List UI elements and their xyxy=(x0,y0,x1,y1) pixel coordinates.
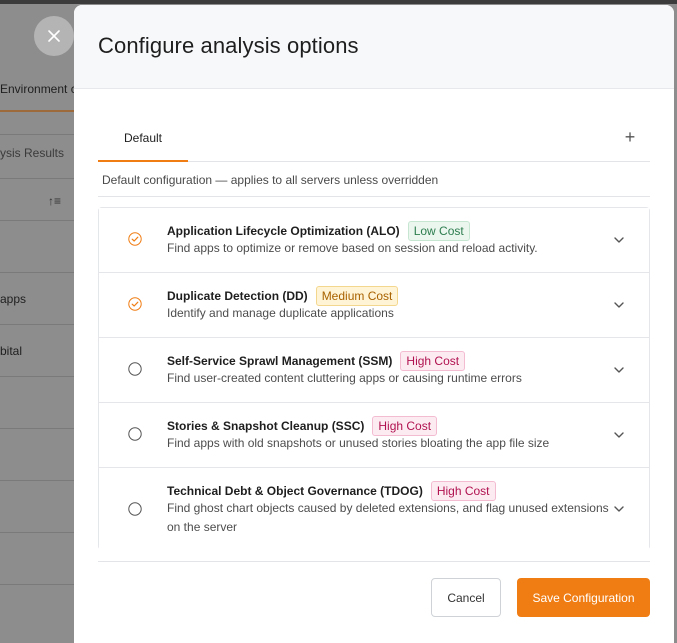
cost-badge: Low Cost xyxy=(407,221,470,241)
background-divider xyxy=(0,428,74,429)
tab-default[interactable]: Default xyxy=(98,121,188,162)
option-title: Duplicate Detection (DD) xyxy=(167,289,308,303)
options-list: Application Lifecycle Optimization (ALO)… xyxy=(98,207,650,550)
config-tabs: Default + xyxy=(98,121,650,162)
background-divider xyxy=(0,480,74,481)
config-description: Default configuration — applies to all s… xyxy=(102,173,439,187)
option-description: Find apps with old snapshots or unused s… xyxy=(167,436,550,450)
background-divider xyxy=(0,532,74,533)
configure-analysis-modal: Configure analysis options Default + Def… xyxy=(74,5,674,643)
background-row-text: bital xyxy=(0,344,23,358)
background-row-text: apps xyxy=(0,292,27,306)
cost-badge: High Cost xyxy=(400,351,466,371)
option-description: Find ghost chart objects caused by delet… xyxy=(167,501,609,534)
option-alo[interactable]: Application Lifecycle Optimization (ALO)… xyxy=(99,208,649,273)
background-divider xyxy=(0,324,74,325)
option-ssm[interactable]: Self-Service Sprawl Management (SSM) Hig… xyxy=(99,338,649,403)
cost-badge: High Cost xyxy=(372,416,438,436)
option-title: Application Lifecycle Optimization (ALO) xyxy=(167,224,400,238)
background-tab-underline xyxy=(0,110,74,112)
option-description: Identify and manage duplicate applicatio… xyxy=(167,306,394,320)
option-tdog[interactable]: Technical Debt & Object Governance (TDOG… xyxy=(99,468,649,550)
check-circle-icon[interactable] xyxy=(128,297,142,311)
cost-badge: Medium Cost xyxy=(315,286,399,306)
modal-header: Configure analysis options xyxy=(74,5,674,89)
background-divider xyxy=(0,134,74,135)
background-divider xyxy=(0,272,74,273)
chevron-down-icon[interactable] xyxy=(613,503,625,515)
option-title: Self-Service Sprawl Management (SSM) xyxy=(167,354,393,368)
option-dd[interactable]: Duplicate Detection (DD) Medium Cost Ide… xyxy=(99,273,649,338)
option-title: Stories & Snapshot Cleanup (SSC) xyxy=(167,419,365,433)
background-tab-environment[interactable]: Environment c xyxy=(0,80,74,112)
description-divider xyxy=(98,196,650,197)
option-ssc[interactable]: Stories & Snapshot Cleanup (SSC) High Co… xyxy=(99,403,649,468)
chevron-down-icon[interactable] xyxy=(613,364,625,376)
add-tab-button[interactable]: + xyxy=(620,127,640,147)
background-divider xyxy=(0,584,74,585)
cost-badge: High Cost xyxy=(430,481,496,501)
radio-unchecked-icon[interactable] xyxy=(128,502,142,516)
modal-title: Configure analysis options xyxy=(98,33,359,58)
background-divider xyxy=(0,220,74,221)
close-modal-button[interactable] xyxy=(34,16,74,56)
option-description: Find user-created content cluttering app… xyxy=(167,371,522,385)
radio-unchecked-icon[interactable] xyxy=(128,427,142,441)
chevron-down-icon[interactable] xyxy=(613,429,625,441)
check-circle-icon[interactable] xyxy=(128,232,142,246)
option-description: Find apps to optimize or remove based on… xyxy=(167,241,538,255)
sort-icon[interactable]: ↑≡ xyxy=(48,194,61,208)
background-divider xyxy=(0,178,74,179)
radio-unchecked-icon[interactable] xyxy=(128,362,142,376)
background-top-bar xyxy=(0,0,677,4)
background-subtab-analysis-results[interactable]: ysis Results xyxy=(0,146,74,160)
cancel-button[interactable]: Cancel xyxy=(431,578,501,617)
footer-divider xyxy=(98,561,650,562)
save-configuration-button[interactable]: Save Configuration xyxy=(517,578,650,617)
chevron-down-icon[interactable] xyxy=(613,299,625,311)
close-icon xyxy=(48,30,60,42)
chevron-down-icon[interactable] xyxy=(613,234,625,246)
background-divider xyxy=(0,376,74,377)
option-title: Technical Debt & Object Governance (TDOG… xyxy=(167,484,423,498)
